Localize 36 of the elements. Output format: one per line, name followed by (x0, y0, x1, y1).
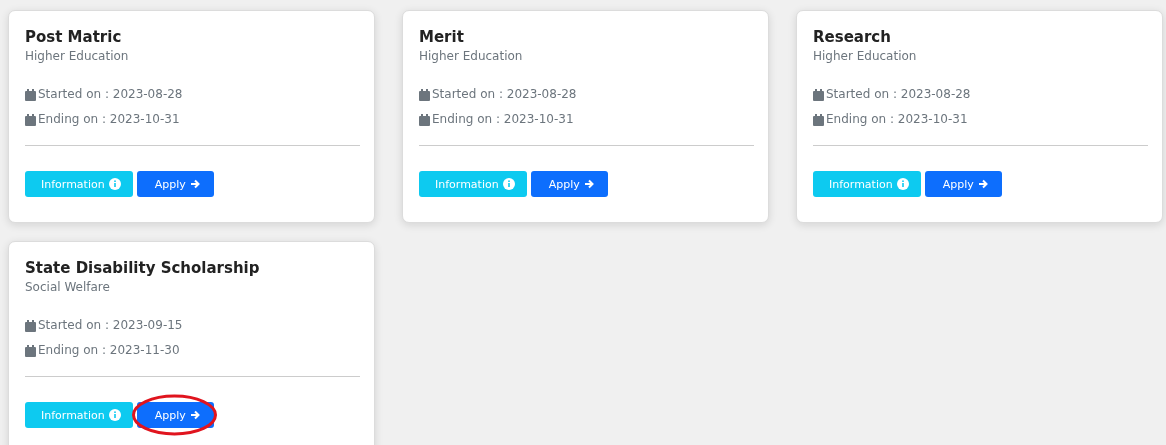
calendar-icon (813, 113, 824, 126)
arrow-right-icon (189, 179, 200, 189)
calendar-icon (25, 319, 36, 332)
start-date: Started on : 2023-08-28 (432, 86, 577, 103)
card-title: Post Matric (25, 27, 123, 47)
card-title: Research (813, 27, 892, 47)
card-category: Higher Education (813, 48, 918, 64)
apply-button[interactable]: Apply (136, 402, 214, 428)
start-date: Started on : 2023-08-28 (826, 86, 971, 103)
info-icon (108, 409, 121, 421)
info-icon (502, 178, 515, 190)
card-title: Merit (419, 27, 465, 47)
start-date: Started on : 2023-08-28 (38, 86, 183, 103)
end-date: Ending on : 2023-10-31 (826, 111, 968, 128)
end-date: Ending on : 2023-10-31 (38, 111, 180, 128)
start-date: Started on : 2023-09-15 (38, 317, 183, 334)
apply-button[interactable]: Apply (924, 171, 1002, 197)
card-category: Higher Education (25, 48, 130, 64)
calendar-icon (25, 88, 36, 101)
end-date: Ending on : 2023-11-30 (38, 342, 180, 359)
calendar-icon (25, 344, 36, 357)
end-date: Ending on : 2023-10-31 (432, 111, 574, 128)
card-category: Social Welfare (25, 279, 111, 295)
calendar-icon (25, 113, 36, 126)
card-category: Higher Education (419, 48, 524, 64)
calendar-icon (419, 113, 430, 126)
calendar-icon (813, 88, 824, 101)
apply-button[interactable]: Apply (136, 171, 214, 197)
info-icon (108, 178, 121, 190)
arrow-right-icon (977, 179, 988, 189)
arrow-right-icon (189, 410, 200, 420)
arrow-right-icon (583, 179, 594, 189)
card-title: State Disability Scholarship (25, 258, 261, 278)
apply-button[interactable]: Apply (530, 171, 608, 197)
info-icon (896, 178, 909, 190)
calendar-icon (419, 88, 430, 101)
